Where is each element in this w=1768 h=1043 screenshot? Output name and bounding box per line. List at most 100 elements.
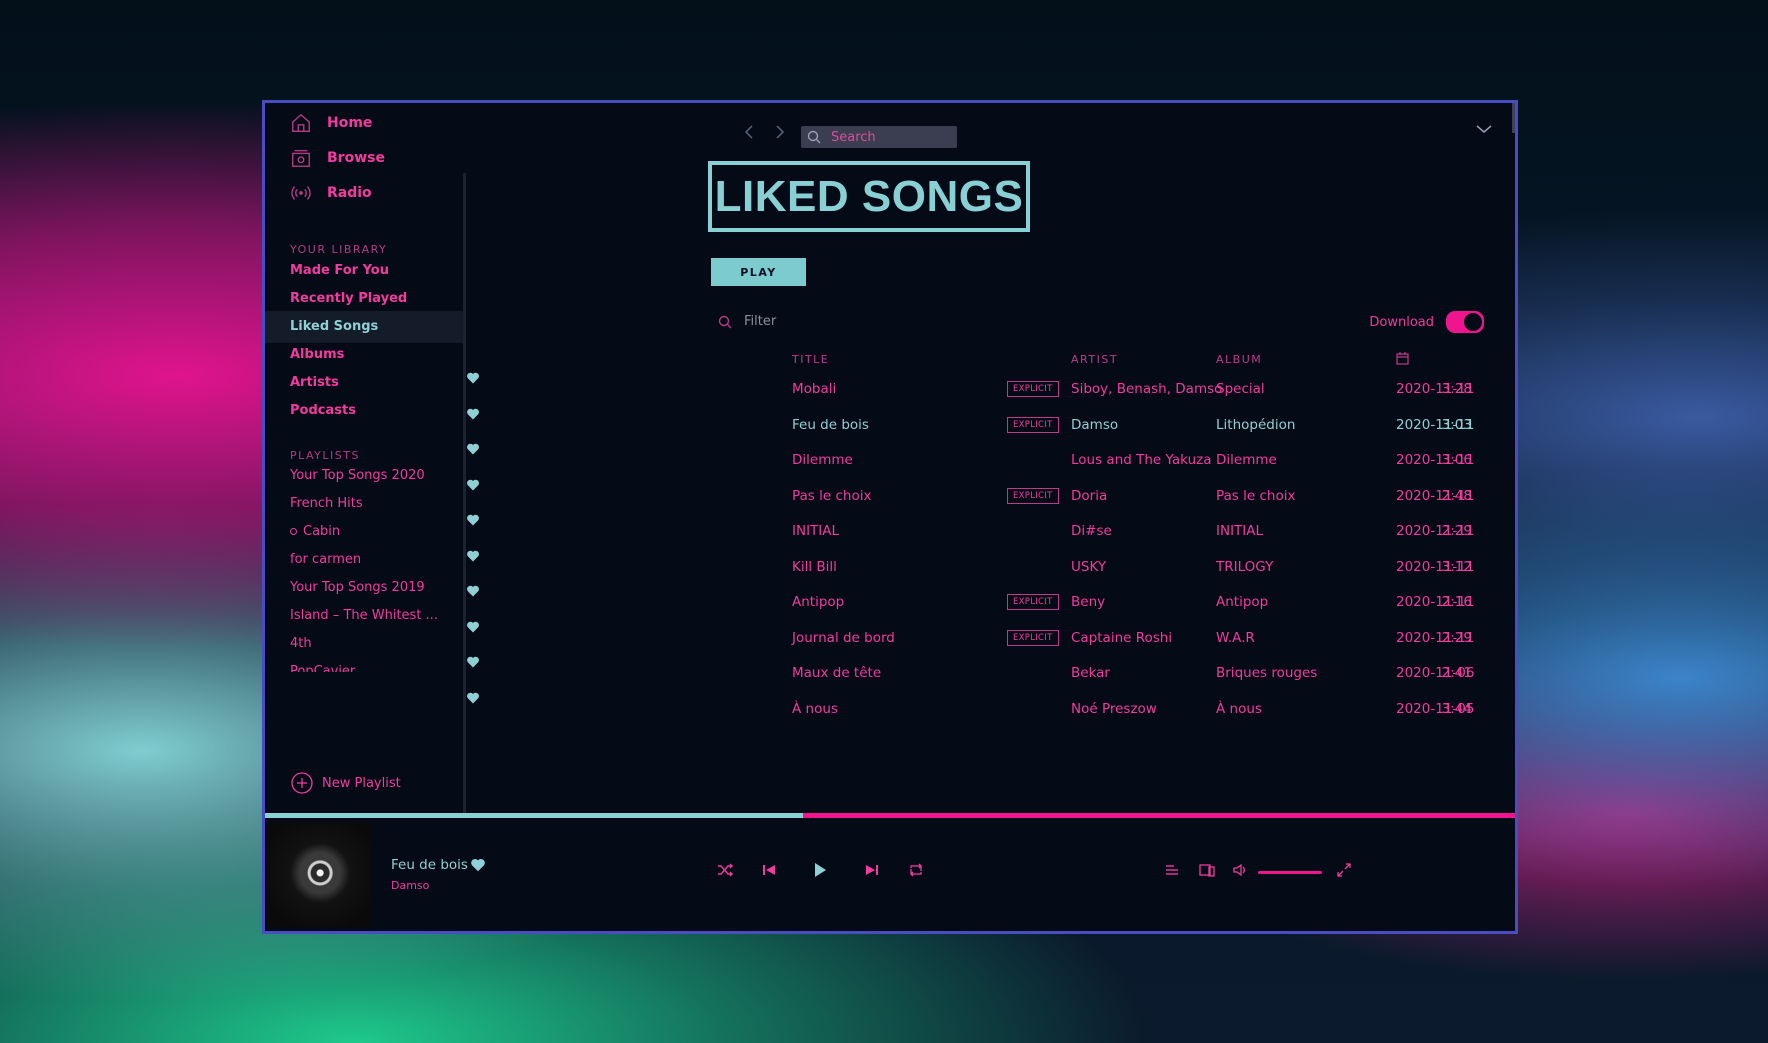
table-row[interactable]: INITIAL Di#se INITIAL 2020-11-11 2:29 [466,513,1515,548]
repeat-icon[interactable] [907,861,925,879]
table-row[interactable]: À nous Noé Preszow À nous 2020-11-05 3:4… [466,691,1515,726]
column-header-album[interactable]: ALBUM [1216,353,1262,366]
track-album[interactable]: W.A.R [1216,630,1255,646]
track-album[interactable]: Antipop [1216,594,1268,610]
track-artist[interactable]: Doria [1071,488,1107,504]
nav-radio[interactable]: Radio [290,178,372,208]
calendar-icon[interactable] [1396,352,1409,365]
track-title[interactable]: À nous [792,701,838,717]
table-row[interactable]: Pas le choix EXPLICIT Doria Pas le choix… [466,478,1515,513]
table-row[interactable]: Maux de tête Bekar Briques rouges 2020-1… [466,655,1515,690]
track-title[interactable]: Maux de tête [792,665,881,681]
scrollbar[interactable] [1512,103,1515,133]
now-playing-title[interactable]: Feu de bois [391,857,468,873]
track-album[interactable]: Lithopédion [1216,417,1295,433]
playlist-item[interactable]: for carmen [290,552,450,567]
track-artist[interactable]: Lous and The Yakuza [1071,452,1212,468]
playlist-item[interactable]: Your Top Songs 2019 [290,580,450,595]
track-artist[interactable]: Di#se [1071,523,1112,539]
play-button[interactable]: PLAY [711,258,806,286]
track-title[interactable]: Journal de bord [792,630,895,646]
now-playing-artist[interactable]: Damso [391,879,429,892]
column-header-artist[interactable]: ARTIST [1071,353,1118,366]
track-album[interactable]: Pas le choix [1216,488,1295,504]
playlist-item[interactable]: 4th [290,636,450,651]
track-artist[interactable]: Bekar [1071,665,1110,681]
table-row[interactable]: Dilemme Lous and The Yakuza Dilemme 2020… [466,442,1515,477]
track-album[interactable]: Special [1216,381,1265,397]
track-title[interactable]: Pas le choix [792,488,871,504]
track-title[interactable]: INITIAL [792,523,839,539]
previous-track-icon[interactable] [760,861,778,879]
track-title[interactable]: Dilemme [792,452,853,468]
track-title[interactable]: Feu de bois [792,417,869,433]
page-title: LIKED SONGS [714,171,1024,221]
playlist-item[interactable]: French Hits [290,496,450,511]
forward-arrow-icon[interactable] [770,123,788,141]
track-title[interactable]: Mobali [792,381,836,397]
track-album[interactable]: À nous [1216,701,1262,717]
playlist-item-partial[interactable]: PopCavier [290,664,450,672]
heart-icon[interactable] [466,620,480,634]
heart-icon[interactable] [466,407,480,421]
heart-icon[interactable] [466,371,480,385]
play-icon[interactable] [811,861,829,879]
track-artist[interactable]: USKY [1071,559,1106,575]
nav-home[interactable]: Home [290,108,372,138]
table-row[interactable]: Journal de bord EXPLICIT Captaine Roshi … [466,620,1515,655]
back-arrow-icon[interactable] [741,123,759,141]
plus-circle-icon [291,772,313,794]
track-duration: 3:44 [1441,700,1472,717]
table-row[interactable]: Kill Bill USKY TRILOGY 2020-11-11 3:12 [466,549,1515,584]
player-bar: Feu de bois Damso [265,818,1515,931]
nav-browse[interactable]: Browse [290,143,385,173]
toggle-knob [1464,313,1482,331]
playlist-item[interactable]: Your Top Songs 2020 [290,468,450,483]
heart-icon[interactable] [466,513,480,527]
table-row-current[interactable]: Feu de bois EXPLICIT Damso Lithopédion 2… [466,407,1515,442]
volume-icon[interactable] [1232,861,1250,879]
filter-input[interactable] [742,313,946,330]
track-artist[interactable]: Siboy, Benash, Damso [1071,381,1222,397]
new-playlist-button[interactable]: New Playlist [290,771,401,795]
heart-icon[interactable] [466,584,480,598]
heart-icon[interactable] [470,857,486,873]
heart-icon[interactable] [466,655,480,669]
heart-icon[interactable] [466,442,480,456]
track-artist[interactable]: Noé Preszow [1071,701,1157,717]
queue-icon[interactable] [1163,861,1181,879]
heart-icon[interactable] [466,691,480,705]
devices-icon[interactable] [1198,861,1216,879]
app-window: Home Browse Radio YOUR LIBRARY Made For … [262,100,1518,934]
track-album[interactable]: INITIAL [1216,523,1263,539]
playlist-item[interactable]: Island – The Whitest ... [290,608,450,623]
search-input[interactable] [829,128,943,146]
album-cover[interactable] [265,823,371,927]
column-header-title[interactable]: TITLE [792,353,829,366]
heart-icon[interactable] [466,549,480,563]
track-album[interactable]: Dilemme [1216,452,1277,468]
volume-slider[interactable] [1258,871,1322,874]
track-duration: 3:06 [1441,452,1472,468]
filter-box[interactable] [718,313,946,330]
next-track-icon[interactable] [863,861,881,879]
page-title-box: LIKED SONGS [708,161,1030,232]
track-artist[interactable]: Captaine Roshi [1071,630,1172,646]
track-artist[interactable]: Damso [1071,417,1118,433]
track-duration: 2:48 [1441,487,1472,504]
track-album[interactable]: Briques rouges [1216,665,1317,681]
track-title[interactable]: Kill Bill [792,559,837,575]
track-album[interactable]: TRILOGY [1216,559,1273,575]
heart-icon[interactable] [466,478,480,492]
table-row[interactable]: Antipop EXPLICIT Beny Antipop 2020-11-11… [466,584,1515,619]
fullscreen-icon[interactable] [1335,861,1353,879]
search-box[interactable] [801,126,957,148]
shuffle-icon[interactable] [716,861,734,879]
playlist-item-cabin[interactable]: Cabin [290,524,450,539]
download-toggle[interactable] [1446,311,1484,333]
library-item-podcasts[interactable]: Podcasts [265,395,463,427]
table-row[interactable]: Mobali EXPLICIT Siboy, Benash, Damso Spe… [466,371,1515,406]
chevron-down-icon[interactable] [1474,119,1494,139]
track-title[interactable]: Antipop [792,594,844,610]
track-artist[interactable]: Beny [1071,594,1105,610]
